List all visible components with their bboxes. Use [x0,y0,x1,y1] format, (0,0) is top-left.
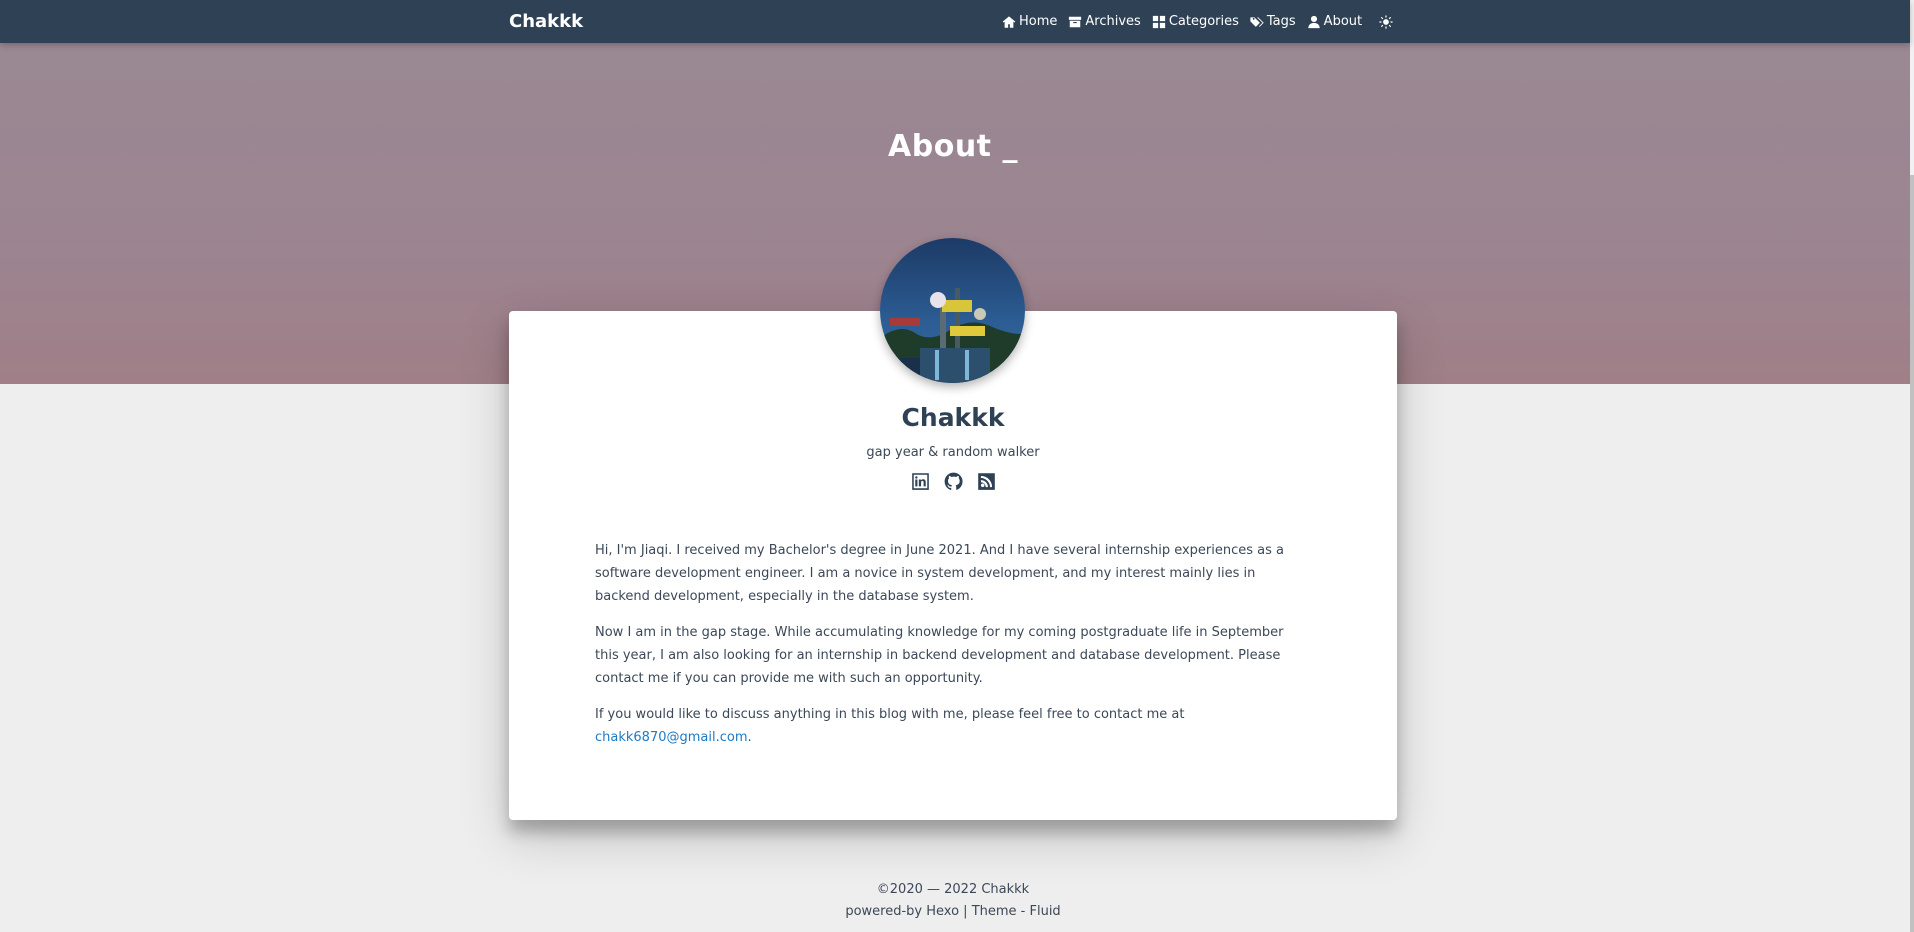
footer: ©2020 — 2022 Chakkk powered-by Hexo | Th… [0,879,1906,923]
theme-toggle-button[interactable] [1379,14,1393,29]
tags-icon [1250,16,1264,27]
footer-separator: | [959,904,972,919]
nav-item-tags[interactable]: Tags [1250,14,1296,29]
nav-item-label: Categories [1168,14,1239,29]
powered-by-text: powered-by [845,904,927,919]
email-link[interactable]: chakk6870@gmail.com [595,730,748,745]
nav-item-label: Home [1019,14,1058,29]
user-icon [1307,15,1320,28]
theme-text: Theme - [971,904,1030,919]
brand-logo[interactable]: Chakkk [509,0,583,43]
about-paragraph: Hi, I'm Jiaqi. I received my Bachelor's … [595,543,1284,604]
scrollbar-thumb[interactable] [1910,175,1914,932]
nav-item-home[interactable]: Home [1002,14,1057,29]
grid-icon [1152,15,1165,28]
linkedin-icon [911,472,929,490]
rss-link[interactable] [976,471,996,491]
home-icon [1002,15,1016,28]
nav-item-label: About [1323,14,1363,29]
avatar [880,238,1025,383]
profile-intro: gap year & random walker [866,445,1040,460]
profile-name: Chakkk [901,403,1005,432]
rss-icon [977,472,995,490]
nav-item-label: Archives [1085,14,1141,29]
scrollbar[interactable] [1910,0,1914,932]
sun-icon [1379,14,1393,29]
about-card: Chakkk gap year & random walker Hi, I'm … [509,311,1397,820]
about-content: Hi, I'm Jiaqi. I received my Bachelor's … [595,539,1311,762]
about-paragraph: Now I am in the gap stage. While accumul… [595,625,1284,686]
page-title: About _ [888,129,1018,164]
contact-period: . [747,730,752,745]
hexo-link[interactable]: Hexo [926,904,959,919]
footer-powered: powered-by Hexo | Theme - Fluid [0,901,1906,923]
footer-copyright: ©2020 — 2022 Chakkk [876,882,1030,897]
nav-item-categories[interactable]: Categories [1152,14,1239,29]
nav-menu: Home Archives Categories Tags About [1002,0,1393,43]
navbar: Chakkk Home Archives Categories Tags Abo… [0,0,1910,43]
social-icons [509,471,1397,491]
about-paragraph: If you would like to discuss anything in… [595,703,1311,749]
nav-item-about[interactable]: About [1307,14,1362,29]
nav-item-label: Tags [1266,14,1296,29]
nav-item-archives[interactable]: Archives [1068,14,1141,29]
linkedin-link[interactable] [910,471,930,491]
contact-text: If you would like to discuss anything in… [595,707,1185,722]
github-icon [944,472,963,490]
fluid-link[interactable]: Fluid [1029,904,1060,919]
archive-icon [1069,16,1082,27]
github-link[interactable] [943,471,963,491]
